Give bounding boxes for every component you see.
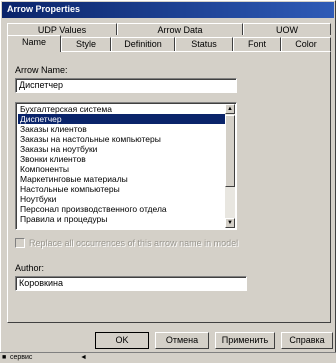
taskbar: ■ сервис ◄ <box>0 352 336 363</box>
list-item[interactable]: Заказы на настольные компьютеры <box>18 134 225 144</box>
list-item[interactable]: Персонал производственного отдела <box>18 204 225 214</box>
arrow-name-label: Arrow Name: <box>15 65 68 75</box>
list-item[interactable]: Заказы на ноутбуки <box>18 144 225 154</box>
apply-button[interactable]: Применить <box>215 332 275 349</box>
replace-all-label: Replace all occurrences of this arrow na… <box>29 238 239 248</box>
list-item[interactable]: Правила и процедуры <box>18 214 225 224</box>
list-scrollbar[interactable]: ▲ ▼ <box>225 104 235 228</box>
list-item[interactable]: Звонки клиентов <box>18 154 225 164</box>
tab-arrow-data[interactable]: Arrow Data <box>117 23 243 35</box>
tab-uow[interactable]: UOW <box>243 23 331 35</box>
taskbar-scroll-left-icon[interactable]: ◄ <box>80 354 87 362</box>
author-label: Author: <box>15 263 45 273</box>
window-title: Arrow Properties <box>7 4 81 14</box>
arrow-name-input[interactable]: Диспетчер <box>15 78 237 93</box>
arrow-properties-dialog: Arrow Properties UDP Values Arrow Data U… <box>0 0 336 363</box>
tab-definition[interactable]: Definition <box>111 37 175 51</box>
taskbar-item[interactable]: сервис <box>10 354 32 362</box>
list-items: Бухгалтерская система Диспетчер Заказы кли… <box>18 104 225 224</box>
tab-status[interactable]: Status <box>175 37 233 51</box>
scroll-thumb[interactable] <box>225 115 235 187</box>
taskbar-app-icon[interactable]: ■ <box>2 354 6 362</box>
arrow-names-listbox[interactable]: Бухгалтерская система Диспетчер Заказы кли… <box>15 102 237 230</box>
list-item[interactable]: Ноутбуки <box>18 194 225 204</box>
tab-color[interactable]: Color <box>281 37 331 51</box>
list-item[interactable]: Маркетинговые материалы <box>18 174 225 184</box>
cancel-button[interactable]: Отмена <box>155 332 209 349</box>
tab-style[interactable]: Style <box>61 37 111 51</box>
list-item[interactable]: Заказы клиентов <box>18 124 225 134</box>
tab-font[interactable]: Font <box>233 37 281 51</box>
list-item[interactable]: Бухгалтерская система <box>18 104 225 114</box>
scroll-down-arrow-icon[interactable]: ▼ <box>225 218 235 228</box>
list-item[interactable]: Настольные компьютеры <box>18 184 225 194</box>
ok-button[interactable]: OK <box>95 332 149 349</box>
list-item[interactable]: Компоненты <box>18 164 225 174</box>
replace-all-checkbox[interactable] <box>15 238 25 248</box>
help-button[interactable]: Справка <box>281 332 333 349</box>
list-item[interactable]: Диспетчер <box>18 114 225 124</box>
title-bar[interactable]: Arrow Properties <box>2 2 334 18</box>
author-input[interactable]: Коровкина <box>15 276 247 291</box>
tab-name[interactable]: Name <box>7 35 61 52</box>
scroll-up-arrow-icon[interactable]: ▲ <box>225 104 235 114</box>
tab-udp-values[interactable]: UDP Values <box>7 23 117 35</box>
